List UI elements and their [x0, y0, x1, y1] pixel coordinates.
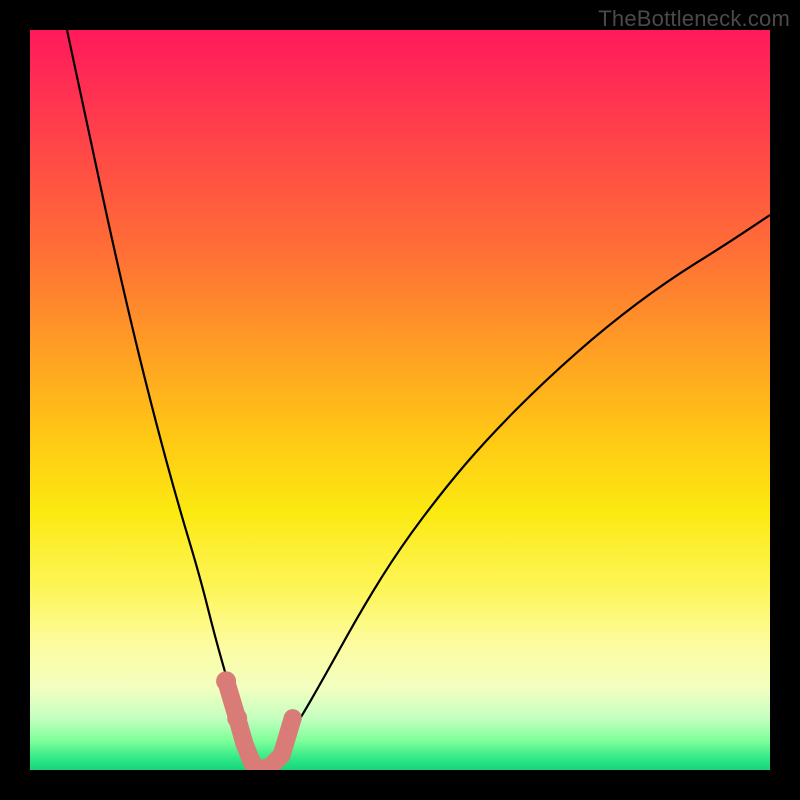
watermark-text: TheBottleneck.com: [598, 6, 790, 32]
chart-container: TheBottleneck.com: [0, 0, 800, 800]
valley-dot: [273, 746, 291, 764]
valley-dot: [216, 671, 236, 691]
curve-right: [259, 215, 770, 770]
valley-dot: [227, 708, 247, 728]
valley-dot: [284, 709, 302, 727]
curve-left: [67, 30, 259, 770]
valley-dots: [216, 671, 302, 764]
bottleneck-curve: [30, 30, 770, 770]
plot-area: [30, 30, 770, 770]
